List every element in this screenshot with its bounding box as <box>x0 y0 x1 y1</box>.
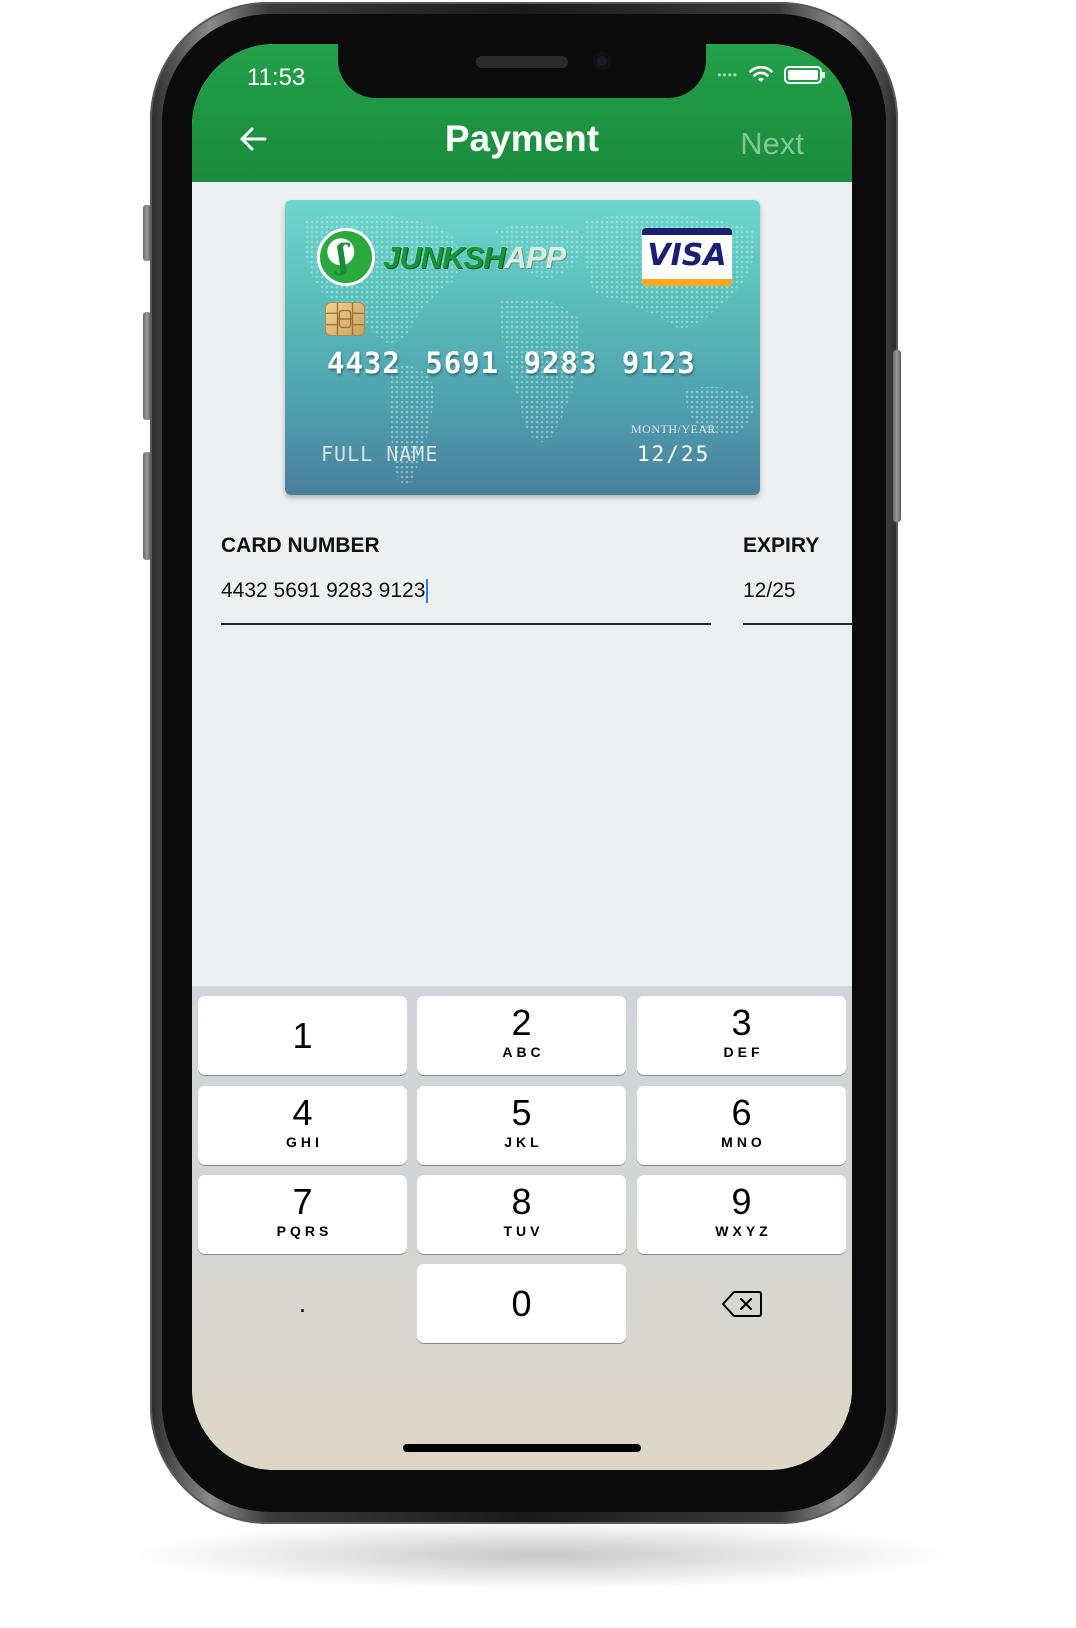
key-delete[interactable] <box>637 1264 846 1343</box>
key-5[interactable]: 5 JKL <box>417 1086 626 1165</box>
brand-suffix: APP <box>504 240 566 275</box>
month-year-label: MONTH/YEAR <box>631 422 716 436</box>
key-3[interactable]: 3 DEF <box>637 996 846 1075</box>
key-digit: 7 <box>292 1181 313 1222</box>
expiry-input[interactable]: 12/25 <box>743 579 852 603</box>
visa-text: VISA <box>647 238 727 273</box>
key-digit: 2 <box>511 1002 532 1043</box>
power-button <box>893 350 901 522</box>
volume-down-button <box>143 452 151 560</box>
mute-switch <box>143 205 151 261</box>
status-icons: •••• <box>717 66 825 84</box>
visa-stripe-bottom <box>642 279 732 286</box>
key-digit: 4 <box>292 1092 313 1133</box>
card-expiry-display: 12/25 <box>637 442 711 466</box>
key-letters: JKL <box>504 1134 543 1150</box>
numeric-keyboard: 1 2 ABC 3 DEF 4 GHI 5 JKL 6 MNO 7 PQRS 8… <box>192 986 852 1470</box>
battery-icon <box>784 66 825 84</box>
app-header: 11:53 •••• Payment Next <box>192 44 852 182</box>
expiry-underline <box>743 623 852 625</box>
key-0[interactable]: 0 <box>417 1264 626 1343</box>
signal-dots-icon: •••• <box>717 68 738 82</box>
key-8[interactable]: 8 TUV <box>417 1175 626 1254</box>
volume-up-button <box>143 312 151 420</box>
home-indicator[interactable] <box>403 1444 641 1452</box>
key-decimal[interactable]: . <box>198 1264 407 1343</box>
speaker-grille <box>476 56 568 68</box>
key-digit: 8 <box>511 1181 532 1222</box>
key-letters: PQRS <box>276 1223 333 1239</box>
status-time: 11:53 <box>247 64 306 91</box>
key-letters: DEF <box>723 1044 764 1060</box>
visa-logo: VISA <box>642 228 732 286</box>
junkshapp-logo-icon: ʃ <box>317 228 375 286</box>
key-decimal-symbol: . <box>298 1288 307 1318</box>
card-holder-name: FULL NAME <box>321 442 439 466</box>
key-9[interactable]: 9 WXYZ <box>637 1175 846 1254</box>
key-digit: 9 <box>731 1181 752 1222</box>
card-number-value: 4432 5691 9283 9123 <box>221 579 426 602</box>
text-caret <box>426 579 429 604</box>
next-button[interactable]: Next <box>740 126 804 162</box>
key-digit: 3 <box>731 1002 752 1043</box>
backspace-icon <box>721 1291 762 1317</box>
phone-shadow <box>130 1520 950 1590</box>
key-digit: 1 <box>292 1015 313 1056</box>
key-1[interactable]: 1 <box>198 996 407 1075</box>
brand-main: JUNKSH <box>383 240 505 275</box>
credit-card-preview: ʃ JUNKSHAPP VISA 4432 5691 9283 9123 MON… <box>285 200 760 495</box>
key-2[interactable]: 2 ABC <box>417 996 626 1075</box>
key-letters: WXYZ <box>715 1223 772 1239</box>
expiry-label: EXPIRY <box>743 534 820 557</box>
visa-stripe-top <box>642 228 732 235</box>
key-7[interactable]: 7 PQRS <box>198 1175 407 1254</box>
card-number-display: 4432 5691 9283 9123 <box>327 346 696 380</box>
card-brand-name: JUNKSHAPP <box>383 240 566 276</box>
notch <box>338 44 706 98</box>
key-4[interactable]: 4 GHI <box>198 1086 407 1165</box>
card-number-input[interactable]: 4432 5691 9283 9123 <box>221 579 711 604</box>
key-digit: 0 <box>511 1283 532 1324</box>
card-chip-icon <box>325 302 365 336</box>
wifi-icon <box>749 66 773 82</box>
phone-screen: 11:53 •••• Payment Next ʃ JUNKSHAPP VISA… <box>192 44 852 1470</box>
front-camera <box>593 52 611 70</box>
key-6[interactable]: 6 MNO <box>637 1086 846 1165</box>
key-letters: MNO <box>721 1134 766 1150</box>
key-letters: GHI <box>286 1134 323 1150</box>
key-digit: 5 <box>511 1092 532 1133</box>
card-number-underline <box>221 623 711 625</box>
logo-glyph: ʃ <box>337 237 349 277</box>
key-digit: 6 <box>731 1092 752 1133</box>
key-letters: TUV <box>503 1223 544 1239</box>
card-number-label: CARD NUMBER <box>221 534 380 557</box>
key-letters: ABC <box>502 1044 545 1060</box>
